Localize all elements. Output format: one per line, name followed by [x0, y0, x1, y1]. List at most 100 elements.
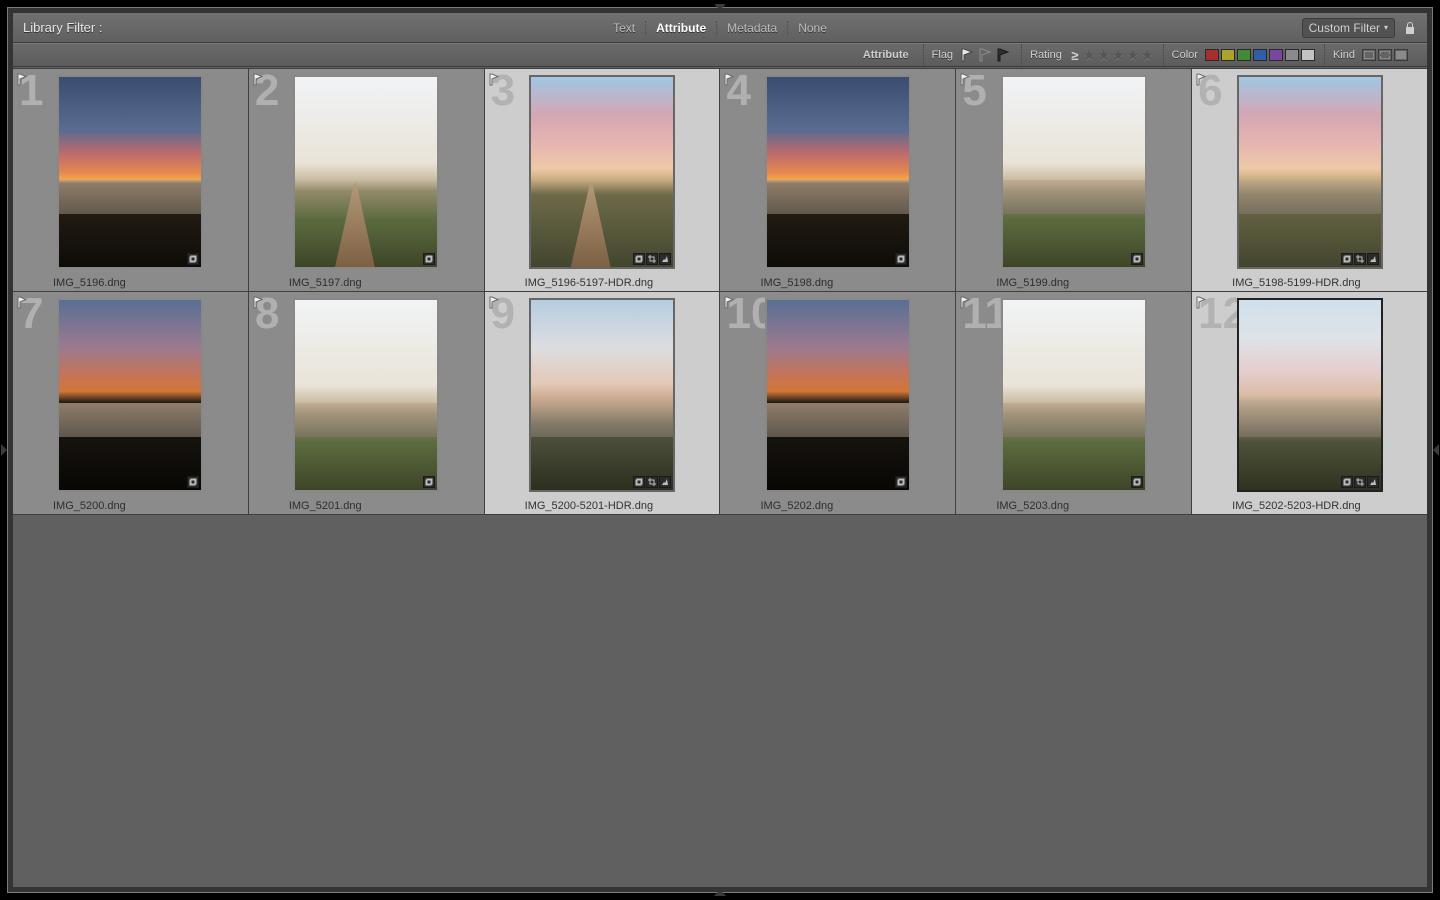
stack-badge-icon[interactable] [423, 253, 435, 265]
kind-virtual-button[interactable] [1378, 49, 1392, 61]
filter-tabs: Text Attribute Metadata None [603, 21, 837, 35]
thumbnail-image[interactable] [1003, 300, 1145, 490]
filter-tab-none[interactable]: None [788, 21, 837, 35]
kind-label: Kind [1333, 49, 1355, 61]
filter-tab-attribute[interactable]: Attribute [646, 21, 717, 35]
stack-badge-icon[interactable] [187, 253, 199, 265]
thumbnail-cell[interactable]: 12IMG_5202-5203-HDR.dng [1192, 292, 1427, 514]
thumbnail-cell[interactable]: 2IMG_5197.dng [249, 69, 484, 291]
lock-icon[interactable] [1403, 21, 1417, 35]
rating-star-2[interactable]: ★ [1097, 47, 1110, 64]
badge-tray [1131, 253, 1143, 265]
thumbnail-image[interactable] [1239, 300, 1381, 490]
rating-operator[interactable]: ≥ [1068, 48, 1082, 63]
color-swatch-0[interactable] [1205, 49, 1219, 61]
kind-video-button[interactable] [1394, 49, 1408, 61]
hdr-badge-icon[interactable] [1367, 253, 1379, 265]
thumbnail-image[interactable] [1239, 77, 1381, 267]
custom-filter-label: Custom Filter [1309, 21, 1380, 35]
thumbnail-image[interactable] [295, 300, 437, 490]
color-swatch-3[interactable] [1253, 49, 1267, 61]
thumbnail-image[interactable] [767, 77, 909, 267]
thumbnail-cell[interactable]: 3IMG_5196-5197-HDR.dng [485, 69, 720, 291]
flag-icon[interactable] [489, 73, 500, 86]
stack-badge-icon[interactable] [1341, 253, 1353, 265]
flag-picked-button[interactable] [960, 48, 976, 62]
thumbnail-image[interactable] [1003, 77, 1145, 267]
crop-badge-icon[interactable] [646, 253, 658, 265]
thumbnail-cell[interactable]: 6IMG_5198-5199-HDR.dng [1192, 69, 1427, 291]
thumbnail-image[interactable] [59, 77, 201, 267]
thumbnail-frame [293, 75, 439, 269]
thumbnail-image[interactable] [531, 300, 673, 490]
color-swatch-2[interactable] [1237, 49, 1251, 61]
panel-handle-top[interactable] [714, 4, 726, 10]
stack-badge-icon[interactable] [895, 476, 907, 488]
color-swatch-1[interactable] [1221, 49, 1235, 61]
badge-tray [1131, 476, 1143, 488]
color-swatch-5[interactable] [1285, 49, 1299, 61]
panel-handle-right[interactable] [1433, 444, 1439, 456]
custom-filter-dropdown[interactable]: Custom Filter ▾ [1302, 18, 1395, 38]
flag-icon[interactable] [489, 296, 500, 309]
thumbnail-cell[interactable]: 4IMG_5198.dng [720, 69, 955, 291]
thumbnail-cell[interactable]: 1IMG_5196.dng [13, 69, 248, 291]
color-swatch-6[interactable] [1301, 49, 1315, 61]
thumbnail-cell[interactable]: 8IMG_5201.dng [249, 292, 484, 514]
flag-icon[interactable] [253, 73, 264, 86]
badge-tray [1341, 253, 1379, 265]
stack-badge-icon[interactable] [423, 476, 435, 488]
thumbnail-cell[interactable]: 7IMG_5200.dng [13, 292, 248, 514]
library-filter-bar: Library Filter : Text Attribute Metadata… [13, 13, 1427, 43]
thumbnail-cell[interactable]: 11IMG_5203.dng [956, 292, 1191, 514]
chevron-down-icon: ▾ [1384, 23, 1388, 32]
stack-badge-icon[interactable] [1131, 253, 1143, 265]
kind-master-button[interactable] [1362, 49, 1376, 61]
rating-star-4[interactable]: ★ [1127, 47, 1140, 64]
thumbnail-image[interactable] [59, 300, 201, 490]
hdr-badge-icon[interactable] [1367, 476, 1379, 488]
hdr-badge-icon[interactable] [659, 476, 671, 488]
thumbnail-image[interactable] [295, 77, 437, 267]
flag-unflagged-button[interactable] [978, 48, 994, 62]
stack-badge-icon[interactable] [633, 253, 645, 265]
flag-rejected-button[interactable] [996, 48, 1012, 62]
flag-icon[interactable] [17, 73, 28, 86]
crop-badge-icon[interactable] [1354, 253, 1366, 265]
rating-star-1[interactable]: ★ [1083, 47, 1096, 64]
flag-icon[interactable] [724, 73, 735, 86]
thumbnail-frame [765, 75, 911, 269]
flag-icon[interactable] [724, 296, 735, 309]
thumbnail-image[interactable] [767, 300, 909, 490]
flag-icon[interactable] [17, 296, 28, 309]
crop-badge-icon[interactable] [1354, 476, 1366, 488]
filter-tab-metadata[interactable]: Metadata [717, 21, 788, 35]
filter-tab-text[interactable]: Text [603, 21, 646, 35]
stack-badge-icon[interactable] [895, 253, 907, 265]
hdr-badge-icon[interactable] [659, 253, 671, 265]
stack-badge-icon[interactable] [633, 476, 645, 488]
flag-icon[interactable] [253, 296, 264, 309]
app-frame: Library Filter : Text Attribute Metadata… [7, 7, 1433, 893]
stack-badge-icon[interactable] [187, 476, 199, 488]
attribute-title: Attribute [863, 49, 909, 61]
flag-icon[interactable] [1196, 296, 1207, 309]
stack-badge-icon[interactable] [1131, 476, 1143, 488]
rating-star-3[interactable]: ★ [1112, 47, 1125, 64]
rating-star-5[interactable]: ★ [1141, 47, 1154, 64]
thumbnail-cell[interactable]: 5IMG_5199.dng [956, 69, 1191, 291]
thumbnail-cell[interactable]: 10IMG_5202.dng [720, 292, 955, 514]
badge-tray [633, 253, 671, 265]
thumbnail-image[interactable] [531, 77, 673, 267]
flag-icon[interactable] [960, 73, 971, 86]
panel-handle-bottom[interactable] [714, 890, 726, 896]
flag-icon[interactable] [960, 296, 971, 309]
thumbnail-grid-area[interactable]: 1IMG_5196.dng2IMG_5197.dng3IMG_5196-5197… [13, 68, 1427, 887]
crop-badge-icon[interactable] [646, 476, 658, 488]
filename-label: IMG_5198.dng [760, 277, 833, 289]
thumbnail-cell[interactable]: 9IMG_5200-5201-HDR.dng [485, 292, 720, 514]
stack-badge-icon[interactable] [1341, 476, 1353, 488]
color-swatch-4[interactable] [1269, 49, 1283, 61]
flag-icon[interactable] [1196, 73, 1207, 86]
panel-handle-left[interactable] [1, 444, 7, 456]
